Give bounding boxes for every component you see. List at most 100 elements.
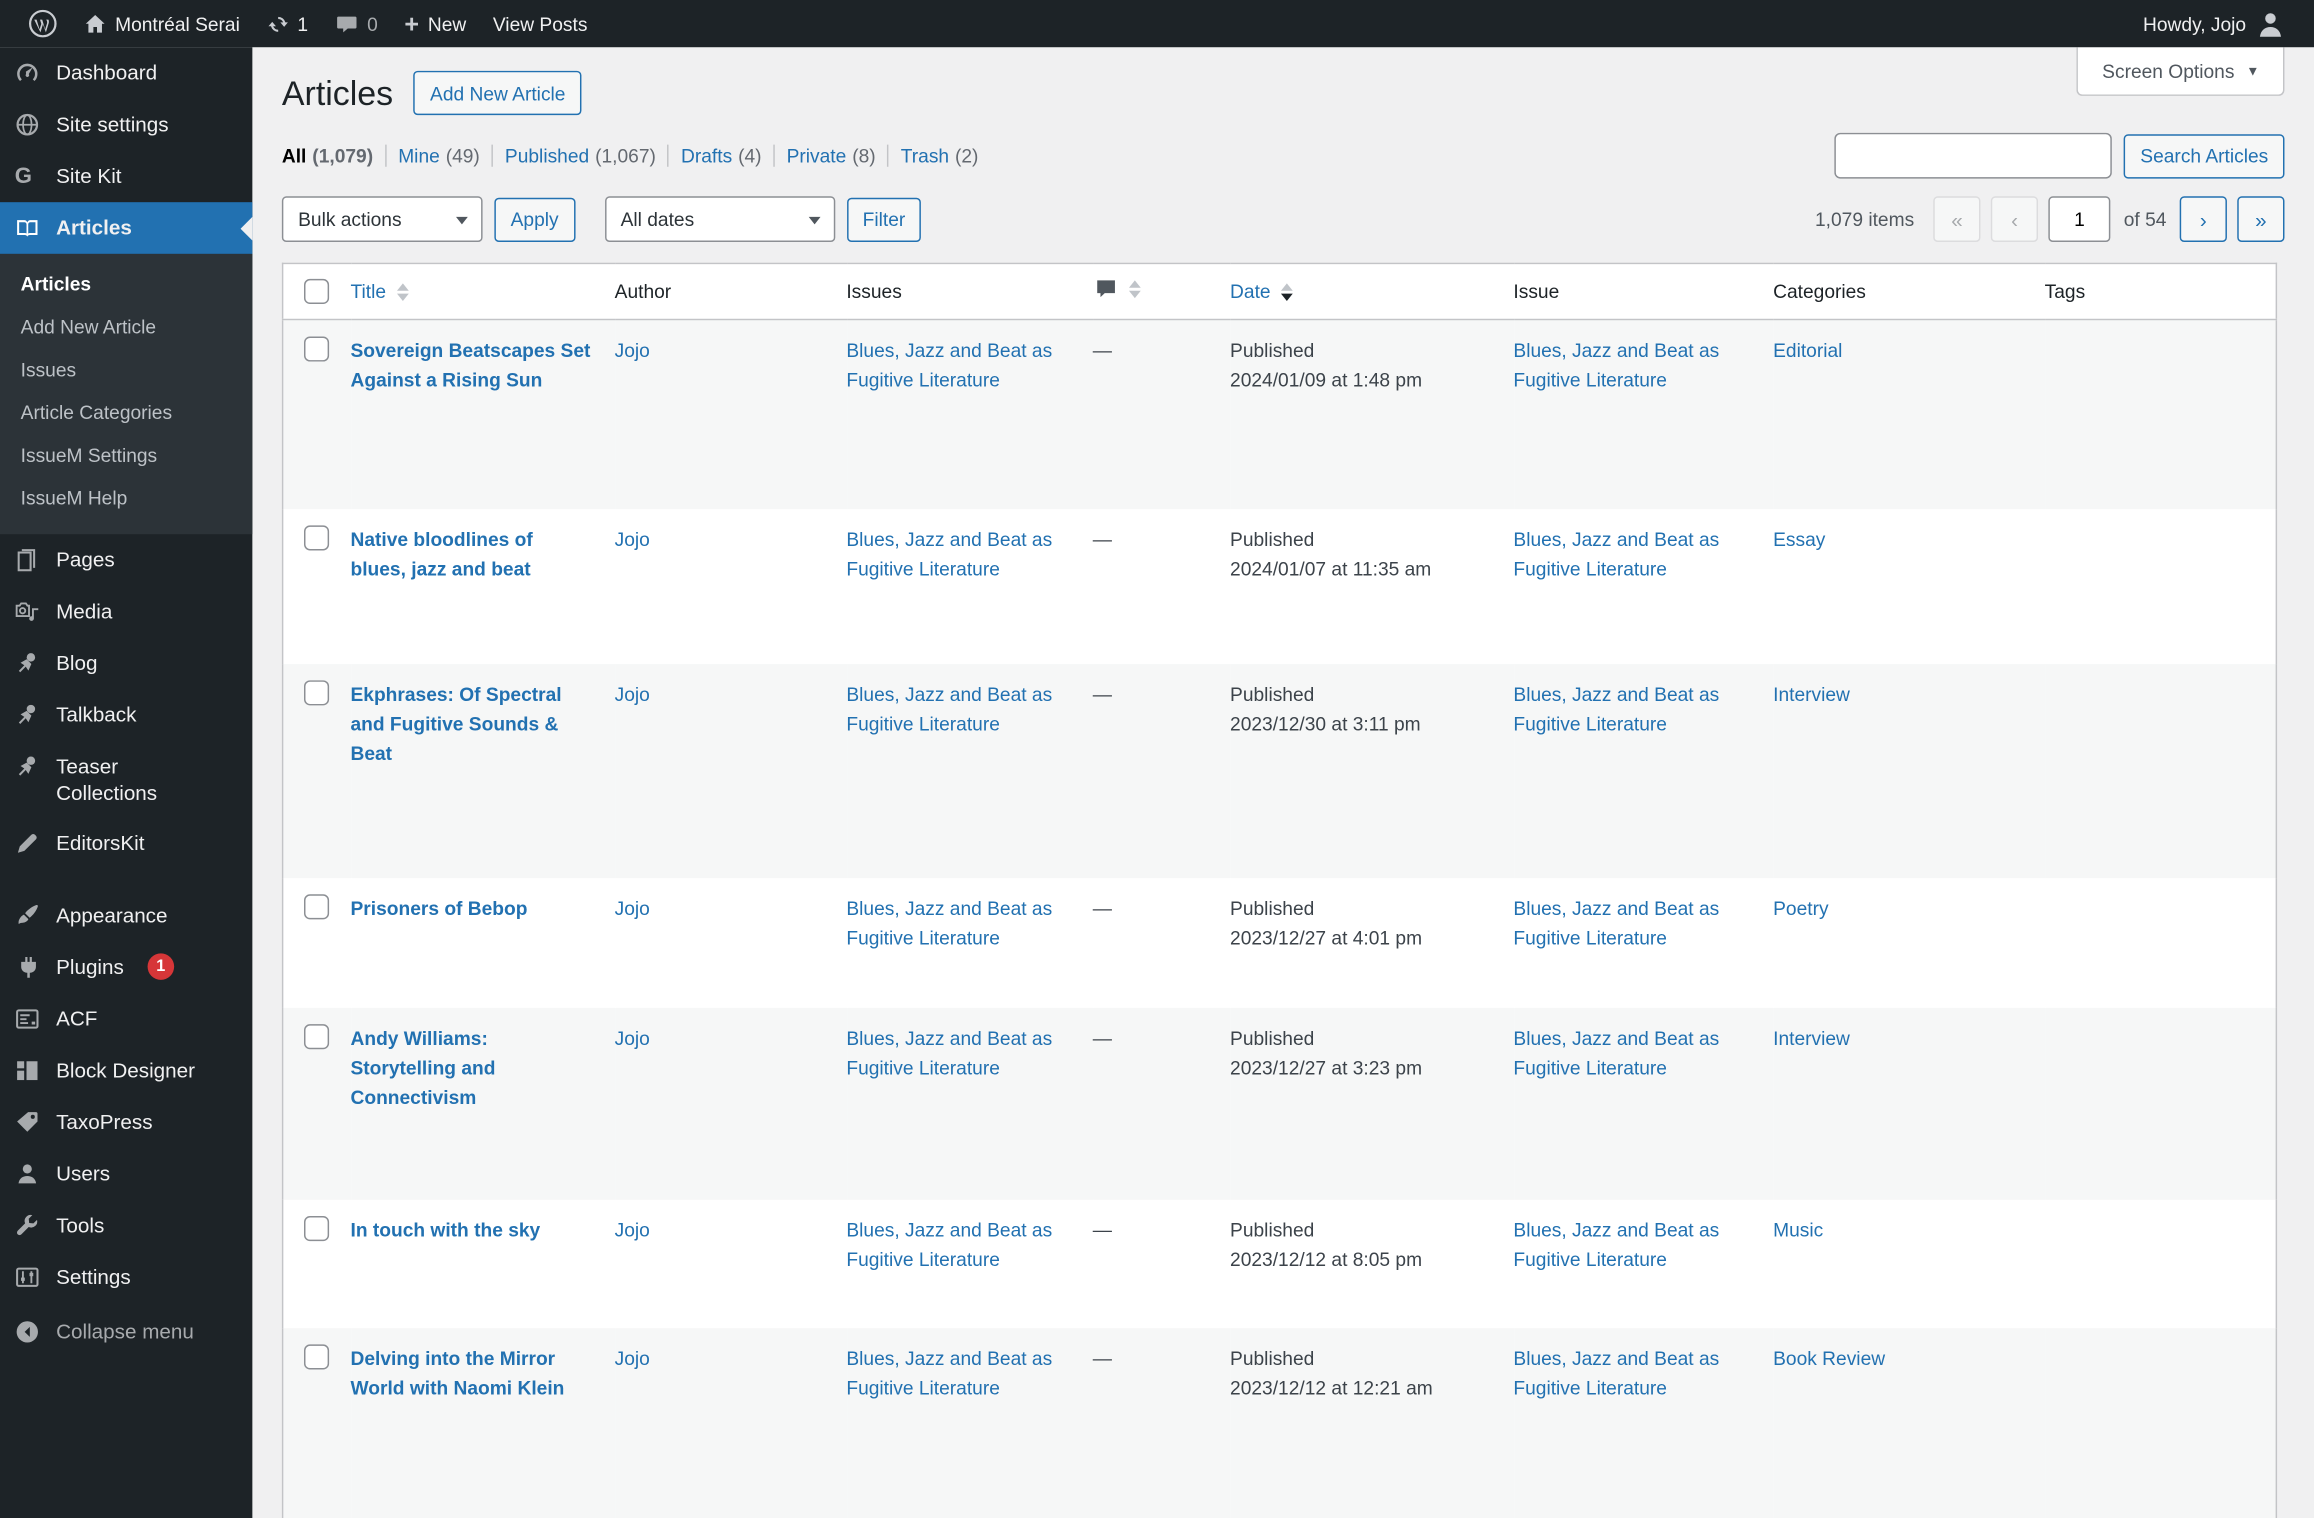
issues-link[interactable]: Blues, Jazz and Beat as Fugitive Literat…	[846, 339, 1052, 391]
prev-page-button[interactable]: ‹	[1990, 196, 2039, 243]
category-link[interactable]: Interview	[1773, 683, 1850, 705]
sidebar-item-users[interactable]: Users	[0, 1148, 252, 1200]
sidebar-item-appearance[interactable]: Appearance	[0, 890, 252, 942]
select-all-checkbox[interactable]	[304, 278, 330, 305]
sidebar-item-talkback[interactable]: Talkback	[0, 689, 252, 741]
sort-by-title[interactable]: Title	[350, 280, 409, 303]
table-row: Sovereign Beatscapes Set Against a Risin…	[282, 319, 2277, 509]
updates-menu[interactable]: 1	[253, 0, 321, 47]
sidebar-item-block-designer[interactable]: Block Designer	[0, 1045, 252, 1097]
total-pages-text: of 54	[2123, 208, 2167, 231]
filter-mine[interactable]: Mine (49)	[384, 144, 492, 167]
site-name-menu[interactable]: Montréal Serai	[71, 0, 253, 47]
filter-drafts[interactable]: Drafts (4)	[667, 144, 774, 167]
current-page-input[interactable]	[2048, 196, 2111, 243]
issues-link[interactable]: Blues, Jazz and Beat as Fugitive Literat…	[846, 1026, 1052, 1078]
sidebar-item-plugins[interactable]: Plugins 1	[0, 942, 252, 994]
wordpress-menu[interactable]	[15, 0, 71, 47]
next-page-button[interactable]: ›	[2179, 196, 2227, 243]
article-title-link[interactable]: Native bloodlines of blues, jazz and bea…	[350, 528, 532, 580]
issues-link[interactable]: Blues, Jazz and Beat as Fugitive Literat…	[846, 1218, 1052, 1270]
author-link[interactable]: Jojo	[615, 1347, 650, 1369]
author-link[interactable]: Jojo	[615, 1026, 650, 1048]
sidebar-item-taxopress[interactable]: TaxoPress	[0, 1096, 252, 1148]
sort-by-date[interactable]: Date	[1230, 280, 1293, 303]
article-title-link[interactable]: In touch with the sky	[350, 1218, 540, 1240]
search-input[interactable]	[1834, 132, 2113, 179]
submenu-item-issuem-settings[interactable]: IssueM Settings	[0, 434, 252, 477]
author-link[interactable]: Jojo	[615, 897, 650, 919]
filter-button[interactable]: Filter	[846, 197, 922, 242]
submenu-item-add-new-article[interactable]: Add New Article	[0, 305, 252, 348]
sidebar-item-tools[interactable]: Tools	[0, 1200, 252, 1252]
last-page-button[interactable]: »	[2237, 196, 2285, 243]
view-posts-menu[interactable]: View Posts	[480, 0, 601, 47]
issues-link[interactable]: Blues, Jazz and Beat as Fugitive Literat…	[846, 1347, 1052, 1399]
row-checkbox[interactable]	[304, 1023, 330, 1049]
issue-link[interactable]: Blues, Jazz and Beat as Fugitive Literat…	[1513, 339, 1719, 391]
sidebar-item-articles[interactable]: Articles	[0, 202, 253, 254]
sidebar-item-blog[interactable]: Blog	[0, 638, 252, 690]
author-link[interactable]: Jojo	[615, 683, 650, 705]
issue-link[interactable]: Blues, Jazz and Beat as Fugitive Literat…	[1513, 683, 1719, 735]
article-title-link[interactable]: Prisoners of Bebop	[350, 897, 527, 919]
issues-link[interactable]: Blues, Jazz and Beat as Fugitive Literat…	[846, 528, 1052, 580]
new-content-menu[interactable]: + New	[391, 0, 479, 47]
article-title-link[interactable]: Ekphrases: Of Spectral and Fugitive Soun…	[350, 683, 561, 764]
author-link[interactable]: Jojo	[615, 1218, 650, 1240]
sidebar-item-media[interactable]: Media	[0, 586, 252, 638]
submenu-item-articles[interactable]: Articles	[0, 263, 252, 306]
submenu-item-issuem-help[interactable]: IssueM Help	[0, 477, 252, 520]
category-link[interactable]: Music	[1773, 1218, 1823, 1240]
issues-link[interactable]: Blues, Jazz and Beat as Fugitive Literat…	[846, 897, 1052, 949]
issues-link[interactable]: Blues, Jazz and Beat as Fugitive Literat…	[846, 683, 1052, 735]
screen-options-toggle[interactable]: Screen Options ▼	[2077, 47, 2285, 96]
sort-by-comments[interactable]	[1093, 277, 1141, 301]
sidebar-item-dashboard[interactable]: Dashboard	[0, 47, 252, 99]
bulk-actions-select[interactable]: Bulk actions	[281, 196, 483, 243]
issue-link[interactable]: Blues, Jazz and Beat as Fugitive Literat…	[1513, 1347, 1719, 1399]
category-link[interactable]: Book Review	[1773, 1347, 1885, 1369]
filter-trash[interactable]: Trash (2)	[887, 144, 990, 167]
category-link[interactable]: Poetry	[1773, 897, 1828, 919]
sidebar-item-pages[interactable]: Pages	[0, 534, 252, 586]
dates-filter-select[interactable]: All dates	[604, 196, 835, 243]
category-link[interactable]: Essay	[1773, 528, 1825, 550]
pages-icon	[15, 548, 42, 575]
sidebar-item-site-kit[interactable]: G Site Kit	[0, 151, 252, 203]
article-title-link[interactable]: Andy Williams: Storytelling and Connecti…	[350, 1026, 495, 1107]
my-account-menu[interactable]: Howdy, Jojo	[2130, 0, 2299, 47]
issue-link[interactable]: Blues, Jazz and Beat as Fugitive Literat…	[1513, 897, 1719, 949]
issue-link[interactable]: Blues, Jazz and Beat as Fugitive Literat…	[1513, 1026, 1719, 1078]
row-checkbox[interactable]	[304, 893, 330, 919]
issue-link[interactable]: Blues, Jazz and Beat as Fugitive Literat…	[1513, 528, 1719, 580]
sidebar-item-settings[interactable]: Settings	[0, 1251, 252, 1303]
article-title-link[interactable]: Sovereign Beatscapes Set Against a Risin…	[350, 339, 590, 391]
row-checkbox[interactable]	[304, 336, 330, 362]
row-checkbox[interactable]	[304, 1343, 330, 1369]
filter-all[interactable]: All (1,079)	[282, 145, 385, 167]
sidebar-item-site-settings[interactable]: Site settings	[0, 99, 252, 151]
sidebar-item-teaser-collections[interactable]: Teaser Collections	[0, 741, 252, 818]
row-checkbox[interactable]	[304, 679, 330, 705]
comments-menu[interactable]: 0	[321, 0, 391, 47]
article-title-link[interactable]: Delving into the Mirror World with Naomi…	[350, 1347, 564, 1399]
first-page-button[interactable]: «	[1933, 196, 1981, 243]
collapse-menu-button[interactable]: Collapse menu	[0, 1306, 252, 1358]
author-link[interactable]: Jojo	[615, 528, 650, 550]
author-link[interactable]: Jojo	[615, 339, 650, 361]
submenu-item-issues[interactable]: Issues	[0, 348, 252, 391]
filter-published[interactable]: Published (1,067)	[491, 144, 668, 167]
category-link[interactable]: Interview	[1773, 1026, 1850, 1048]
sidebar-item-acf[interactable]: ACF	[0, 993, 252, 1045]
apply-button[interactable]: Apply	[494, 197, 575, 242]
filter-private[interactable]: Private (8)	[773, 144, 887, 167]
category-link[interactable]: Editorial	[1773, 339, 1842, 361]
submenu-item-article-categories[interactable]: Article Categories	[0, 391, 252, 434]
row-checkbox[interactable]	[304, 524, 330, 550]
add-new-article-button[interactable]: Add New Article	[413, 70, 582, 116]
issue-link[interactable]: Blues, Jazz and Beat as Fugitive Literat…	[1513, 1218, 1719, 1270]
search-articles-button[interactable]: Search Articles	[2124, 133, 2285, 178]
sidebar-item-editorskit[interactable]: EditorsKit	[0, 818, 252, 870]
row-checkbox[interactable]	[304, 1215, 330, 1241]
